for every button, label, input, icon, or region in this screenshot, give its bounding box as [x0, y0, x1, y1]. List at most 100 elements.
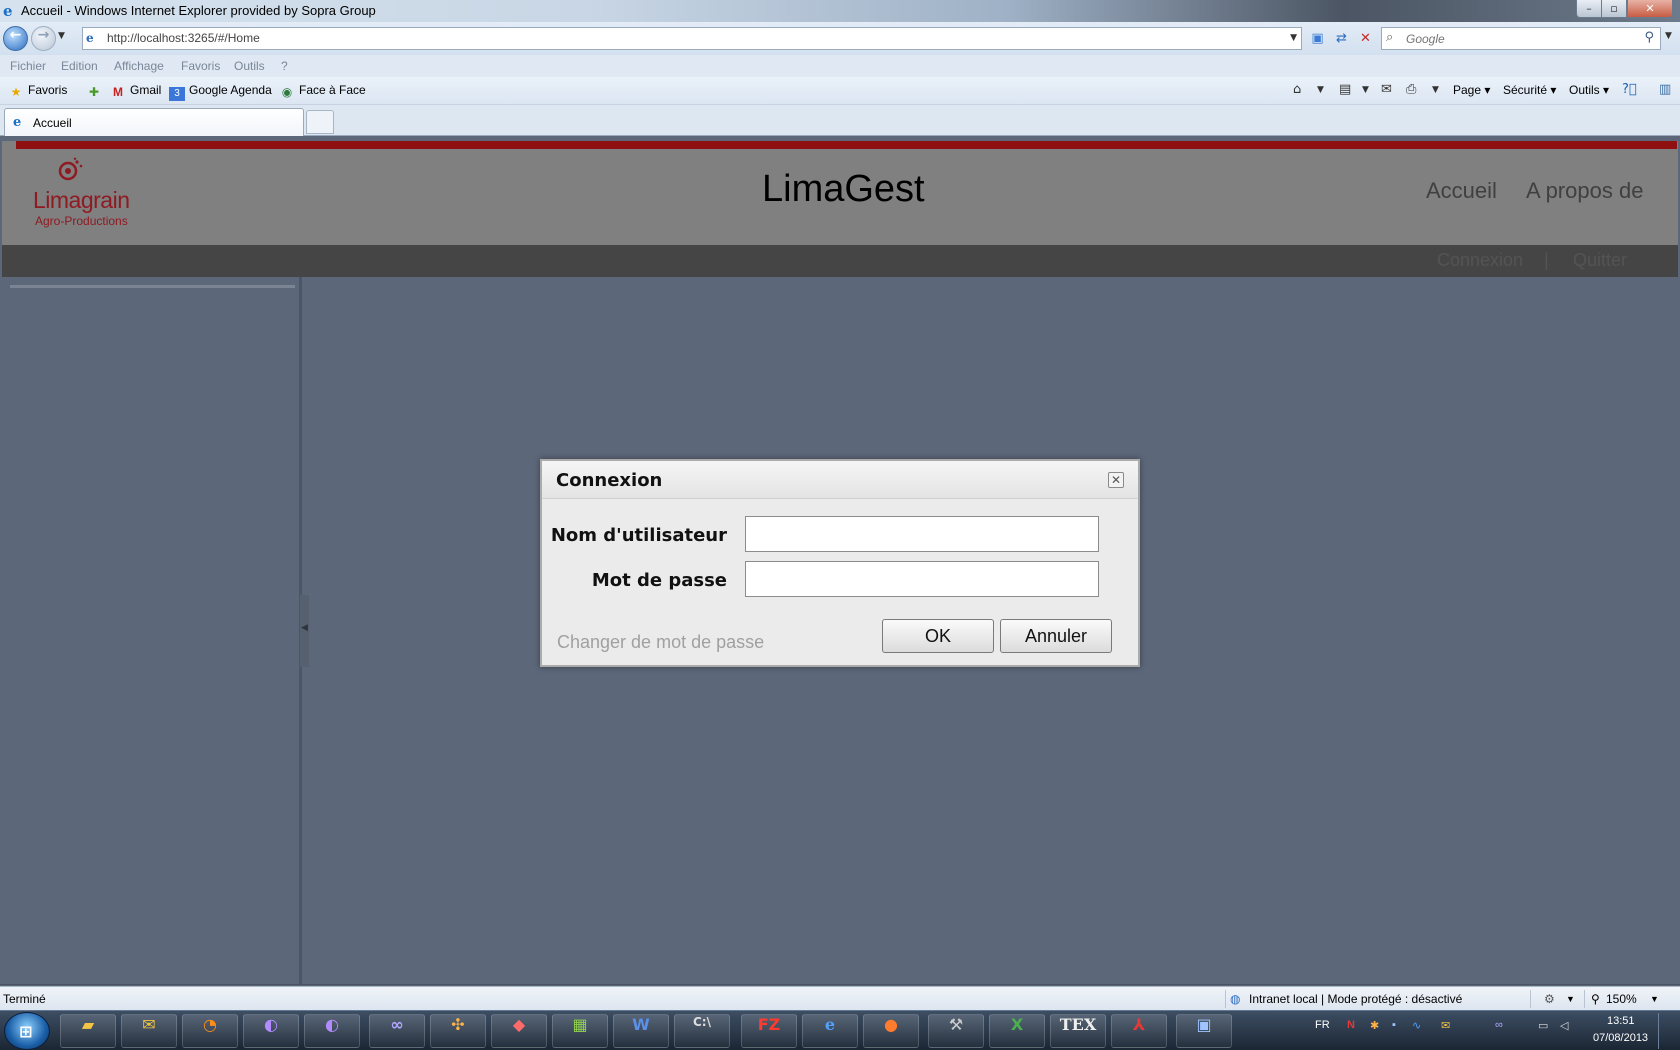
- sidebar-splitter[interactable]: ◀: [300, 595, 309, 667]
- favorite-label: Gmail: [130, 83, 162, 97]
- acrobat-icon[interactable]: ⅄: [1111, 1014, 1167, 1048]
- chevron-down-icon[interactable]: ▼: [1362, 85, 1369, 95]
- paint-icon[interactable]: ▣: [1176, 1014, 1232, 1048]
- tab-accueil[interactable]: e Accueil: [4, 108, 304, 136]
- rss-feed-icon[interactable]: ▤: [1339, 82, 1351, 97]
- menu-fichier[interactable]: Fichier: [10, 59, 46, 73]
- search-input[interactable]: [1406, 30, 1626, 47]
- refresh-icon[interactable]: ⇄: [1331, 28, 1352, 49]
- mail-icon[interactable]: ✉: [1381, 82, 1392, 97]
- nav-quitter[interactable]: Quitter: [1573, 250, 1627, 271]
- search-box[interactable]: ⌕ ⚲: [1381, 27, 1661, 50]
- zoom-level[interactable]: 150%: [1606, 992, 1637, 1006]
- chevron-down-icon[interactable]: ▼: [1432, 85, 1439, 95]
- filezilla-icon[interactable]: FZ: [741, 1014, 797, 1048]
- excel-icon[interactable]: X: [989, 1014, 1045, 1048]
- volume-icon[interactable]: ◁: [1560, 1019, 1568, 1032]
- collapse-left-icon[interactable]: ◀: [301, 623, 308, 633]
- nav-accueil[interactable]: Accueil: [1426, 178, 1497, 204]
- compatibility-view-icon[interactable]: ▣: [1307, 28, 1328, 49]
- stop-icon[interactable]: ✕: [1355, 28, 1376, 49]
- ubuntu-one-icon[interactable]: ◔: [182, 1014, 238, 1048]
- menu-edition[interactable]: Edition: [61, 59, 98, 73]
- add-favorite-button[interactable]: ✚: [86, 83, 106, 99]
- security-zone[interactable]: Intranet local | Mode protégé : désactiv…: [1249, 992, 1462, 1006]
- page-menu[interactable]: Page ▾: [1453, 83, 1490, 97]
- tray-app-icon[interactable]: ∿: [1412, 1019, 1421, 1032]
- favorites-button[interactable]: ★ Favoris: [8, 83, 68, 99]
- popup-blocker-icon[interactable]: ⚙: [1544, 992, 1555, 1006]
- chevron-down-icon[interactable]: ▼: [1566, 994, 1575, 1004]
- visual-studio-icon[interactable]: ∞: [369, 1014, 425, 1048]
- tray-app-icon[interactable]: ✱: [1370, 1019, 1379, 1032]
- infrastructure-icon[interactable]: ✣: [430, 1014, 486, 1048]
- taskbar: ⊞ ▰ ✉ ◔ ◐ ◐ ∞ ✣ ◆ ▦ W C:\ FZ e ● ⚒ X TEX…: [0, 1010, 1680, 1050]
- close-icon[interactable]: ✕: [1108, 472, 1124, 488]
- chevron-down-icon[interactable]: ▼: [1290, 33, 1297, 43]
- username-field[interactable]: [745, 516, 1099, 552]
- search-go-icon[interactable]: ⚲: [1644, 30, 1654, 45]
- login-dialog: Connexion ✕ Nom d'utilisateur Mot de pas…: [540, 459, 1140, 667]
- security-menu[interactable]: Sécurité ▾: [1503, 83, 1556, 97]
- tray-app-icon[interactable]: ▪: [1392, 1019, 1396, 1031]
- window-titlebar[interactable]: e Accueil - Windows Internet Explorer pr…: [0, 0, 1680, 22]
- favorite-google-agenda[interactable]: 3 Google Agenda: [169, 83, 272, 101]
- password-field[interactable]: [745, 561, 1099, 597]
- logo-subtitle: Agro-Productions: [35, 214, 128, 228]
- cmd-icon[interactable]: C:\: [674, 1014, 730, 1048]
- back-button[interactable]: ←: [3, 26, 28, 51]
- menu-favoris[interactable]: Favoris: [181, 59, 220, 73]
- close-window-button[interactable]: ✕: [1627, 0, 1673, 18]
- menu-outils[interactable]: Outils: [234, 59, 265, 73]
- mindmap-icon[interactable]: ◆: [491, 1014, 547, 1048]
- menu-help[interactable]: ?: [281, 59, 288, 73]
- ok-button[interactable]: OK: [882, 619, 994, 653]
- explorer-icon[interactable]: ▰: [60, 1014, 116, 1048]
- logo[interactable]: Limagrain Agro-Productions: [16, 149, 152, 245]
- internet-explorer-icon[interactable]: e: [802, 1014, 858, 1048]
- home-icon[interactable]: ⌂: [1293, 82, 1301, 97]
- google-calendar-icon: 3: [169, 87, 185, 101]
- clock-time[interactable]: 13:51: [1607, 1015, 1635, 1027]
- address-url[interactable]: http://localhost:3265/#/Home: [107, 31, 260, 45]
- tray-app-icon[interactable]: ✉: [1441, 1019, 1450, 1032]
- divider: [1530, 990, 1531, 1008]
- network-icon[interactable]: ▭: [1538, 1019, 1548, 1032]
- outlook-icon[interactable]: ✉: [121, 1014, 177, 1048]
- nav-a-propos[interactable]: A propos de: [1526, 178, 1643, 204]
- chevron-down-icon[interactable]: ▼: [1665, 31, 1672, 41]
- tools-icon[interactable]: ⚒: [928, 1014, 984, 1048]
- print-icon[interactable]: ⎙: [1406, 82, 1416, 97]
- maximize-button[interactable]: ▫: [1601, 0, 1627, 18]
- language-indicator[interactable]: FR: [1315, 1019, 1330, 1031]
- tex-icon[interactable]: TEX: [1050, 1014, 1106, 1048]
- chevron-down-icon[interactable]: ▼: [1317, 85, 1324, 95]
- clock-date[interactable]: 07/08/2013: [1593, 1032, 1648, 1044]
- minimize-button[interactable]: –: [1576, 0, 1602, 18]
- eclipse-icon[interactable]: ◐: [304, 1014, 360, 1048]
- chevron-down-icon[interactable]: ▼: [1650, 994, 1659, 1004]
- address-bar[interactable]: e http://localhost:3265/#/Home ▼: [82, 27, 1302, 50]
- show-desktop-button[interactable]: [1658, 1013, 1659, 1049]
- favorite-gmail[interactable]: M Gmail: [110, 83, 161, 99]
- change-password-link[interactable]: Changer de mot de passe: [557, 632, 764, 653]
- project-icon[interactable]: ▦: [552, 1014, 608, 1048]
- forward-button[interactable]: →: [31, 26, 56, 51]
- tray-app-icon[interactable]: ∞: [1495, 1019, 1503, 1031]
- research-icon[interactable]: ▥: [1659, 82, 1671, 97]
- new-tab-button[interactable]: [306, 110, 334, 134]
- chevron-down-icon[interactable]: ▼: [58, 31, 65, 41]
- word-icon[interactable]: W: [613, 1014, 669, 1048]
- eclipse-icon[interactable]: ◐: [243, 1014, 299, 1048]
- start-button[interactable]: ⊞: [4, 1012, 50, 1050]
- dialog-header[interactable]: Connexion ✕: [542, 461, 1138, 499]
- notification-icon[interactable]: N: [1347, 1019, 1355, 1031]
- header-accent-bar: [16, 141, 1677, 149]
- firefox-icon[interactable]: ●: [863, 1014, 919, 1048]
- menu-affichage[interactable]: Affichage: [114, 59, 164, 73]
- cancel-button[interactable]: Annuler: [1000, 619, 1112, 653]
- help-icon[interactable]: ?⃝: [1622, 82, 1637, 97]
- tools-menu[interactable]: Outils ▾: [1569, 83, 1609, 97]
- nav-connexion[interactable]: Connexion: [1437, 250, 1523, 271]
- favorite-face-a-face[interactable]: ◉ Face à Face: [279, 83, 366, 99]
